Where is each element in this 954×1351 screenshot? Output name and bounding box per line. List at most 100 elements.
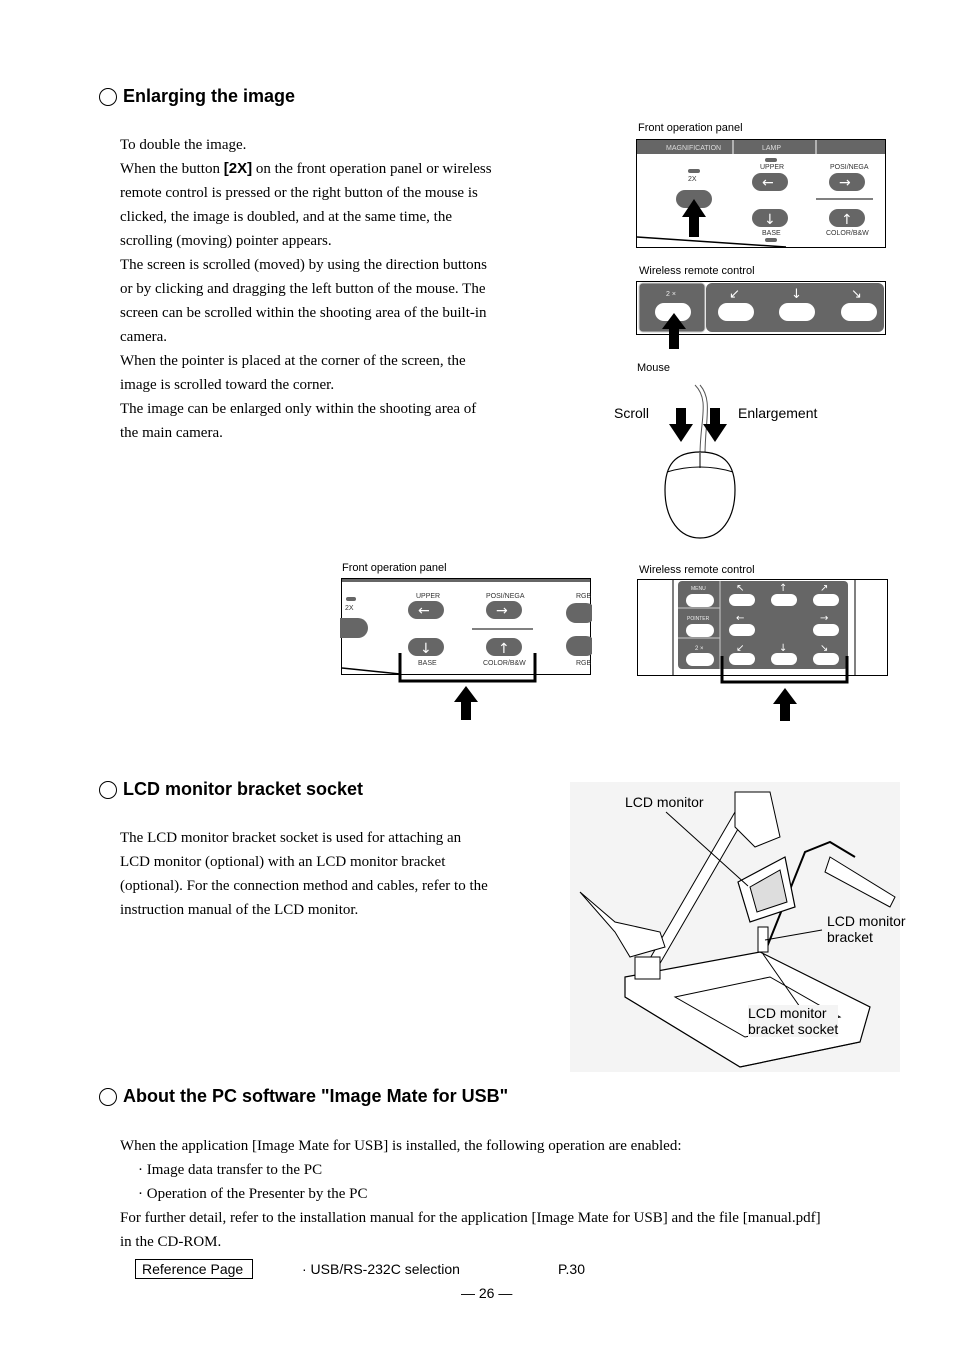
reference-page-box: Reference Page: [135, 1259, 253, 1279]
text-line: LCD monitor (optional) with an LCD monit…: [120, 854, 446, 870]
pointer-label: POINTER: [687, 616, 710, 622]
text-line: screen can be scrolled within the shooti…: [120, 305, 487, 321]
text-line: The image can be enlarged only within th…: [120, 401, 477, 417]
2x-label: 2X: [345, 605, 354, 612]
svg-text:↘: ↘: [851, 287, 862, 302]
bottom-front-panel-caption: Front operation panel: [342, 562, 447, 574]
svg-text:↓: ↓: [764, 212, 776, 228]
button-2x-ref: [2X]: [223, 160, 253, 177]
bottom-remote-caption: Wireless remote control: [639, 564, 755, 576]
lcd-bracket-socket-label: LCD monitor bracket socket: [748, 1005, 839, 1037]
upper-label: UPPER: [760, 164, 784, 171]
posi-nega-label: POSI/NEGA: [486, 593, 525, 600]
remote-caption: Wireless remote control: [639, 265, 755, 277]
label-line: bracket: [827, 929, 873, 945]
posi-nega-label: POSI/NEGA: [830, 164, 869, 171]
text-line: clicked, the image is doubled, and at th…: [120, 209, 452, 225]
bullet-item: · Image data transfer to the PC: [138, 1162, 323, 1178]
enlargement-label: Enlargement: [738, 405, 818, 421]
text-line: scrolling (moving) pointer appears.: [120, 233, 332, 249]
text-line: When the button [2X] on the front operat…: [120, 157, 492, 181]
text-line: When the pointer is placed at the corner…: [120, 353, 466, 369]
base-label: BASE: [418, 660, 437, 667]
bullet-item: · Operation of the Presenter by the PC: [138, 1186, 368, 1202]
circle-bullet-icon: [99, 780, 117, 799]
svg-text:↖: ↖: [736, 583, 744, 594]
label-line: LCD monitor: [748, 1005, 827, 1021]
text-line: image is scrolled toward the corner.: [120, 377, 335, 393]
circle-bullet-icon: [99, 87, 117, 106]
mouse-caption: Mouse: [637, 362, 671, 374]
svg-text:↘: ↘: [820, 643, 828, 654]
text-line: When the application [Image Mate for USB…: [120, 1138, 682, 1154]
remote-2x-label: 2 ×: [666, 291, 676, 298]
arrow-down-icon: [669, 408, 693, 442]
svg-text:↓: ↓: [420, 641, 432, 657]
reference-item: · USB/RS-232C selection: [302, 1261, 460, 1277]
section-heading-enlarging: Enlarging the image: [99, 86, 295, 107]
text-line: For further detail, refer to the install…: [120, 1210, 821, 1226]
arrow-up-icon: [454, 686, 478, 720]
svg-text:↓: ↓: [791, 287, 802, 302]
svg-text:→: →: [820, 613, 828, 624]
bottom-front-panel-illustration: 2X UPPER ← POSI/NEGA → ↓ BASE ↑ COLOR/B&…: [340, 578, 592, 720]
text-line: (optional). For the connection method an…: [120, 878, 488, 894]
base-label: BASE: [762, 230, 781, 237]
text-seg: on the front operation panel or wireless: [252, 161, 492, 177]
text-line: in the CD-ROM.: [120, 1234, 222, 1250]
svg-text:↑: ↑: [498, 641, 510, 657]
arrow-down-icon: [703, 408, 727, 442]
page-number: — 26 —: [461, 1285, 513, 1301]
text-line: the main camera.: [120, 425, 223, 441]
front-panel-caption: Front operation panel: [638, 122, 743, 134]
text-seg: When the button: [120, 161, 224, 177]
rgb-label: RGB: [576, 660, 592, 667]
text-line: The screen is scrolled (moved) by using …: [120, 257, 487, 273]
text-line: To double the image.: [120, 137, 247, 153]
rgb-label: RGB: [576, 593, 592, 600]
svg-text:↑: ↑: [779, 583, 787, 594]
upper-label: UPPER: [416, 593, 440, 600]
svg-text:→: →: [496, 603, 508, 619]
heading-text: Enlarging the image: [123, 86, 296, 106]
svg-text:→: →: [839, 175, 851, 191]
lcd-monitor-label: LCD monitor: [625, 794, 704, 810]
svg-text:←: ←: [418, 603, 430, 619]
remote-2x-label: 2 ×: [695, 646, 704, 652]
svg-text:↑: ↑: [841, 212, 853, 228]
section-heading-software: About the PC software "Image Mate for US…: [99, 1086, 508, 1107]
mouse-illustration: [664, 384, 736, 539]
color-bw-label: COLOR/B&W: [483, 660, 526, 667]
text-line: remote control is pressed or the right b…: [120, 185, 478, 201]
bottom-remote-illustration: MENU POINTER 2 × ↖ ↑ ↗ ← → ↙ ↓ ↘: [637, 579, 888, 721]
text-line: camera.: [120, 329, 168, 345]
svg-text:↗: ↗: [820, 583, 828, 594]
2x-label: 2X: [688, 176, 697, 183]
circle-bullet-icon: [99, 1087, 117, 1106]
svg-text:↙: ↙: [736, 643, 744, 654]
heading-text: LCD monitor bracket socket: [123, 779, 364, 799]
lamp-label: LAMP: [762, 145, 781, 152]
software-body-text: When the application [Image Mate for USB…: [120, 1134, 821, 1254]
svg-text:←: ←: [736, 613, 744, 624]
lcd-body-text: The LCD monitor bracket socket is used f…: [120, 826, 488, 922]
label-line: bracket socket: [748, 1021, 839, 1037]
front-panel-illustration: MAGNIFICATION LAMP 2X UPPER ← POSI/NEGA …: [636, 139, 886, 248]
color-bw-label: COLOR/B&W: [826, 230, 869, 237]
section-heading-lcd: LCD monitor bracket socket: [99, 779, 363, 800]
text-line: or by clicking and dragging the left but…: [120, 281, 486, 297]
svg-text:←: ←: [762, 175, 774, 191]
menu-label: MENU: [691, 586, 706, 592]
manual-page: Enlarging the image To double the image.…: [0, 0, 954, 1351]
svg-text:↙: ↙: [729, 287, 740, 302]
arrow-up-icon: [773, 688, 797, 721]
scroll-label: Scroll: [614, 405, 650, 421]
enlarge-body-text: To double the image. When the button [2X…: [120, 133, 492, 445]
text-line: instruction manual of the LCD monitor.: [120, 902, 359, 918]
text-line: The LCD monitor bracket socket is used f…: [120, 830, 462, 846]
magnification-label: MAGNIFICATION: [666, 145, 721, 152]
lcd-bracket-label: LCD monitor bracket: [827, 913, 906, 945]
reference-page-number: P.30: [558, 1261, 585, 1277]
heading-text: About the PC software "Image Mate for US…: [123, 1086, 509, 1106]
remote-illustration: 2 × ↙ ↓ ↘: [636, 281, 886, 349]
